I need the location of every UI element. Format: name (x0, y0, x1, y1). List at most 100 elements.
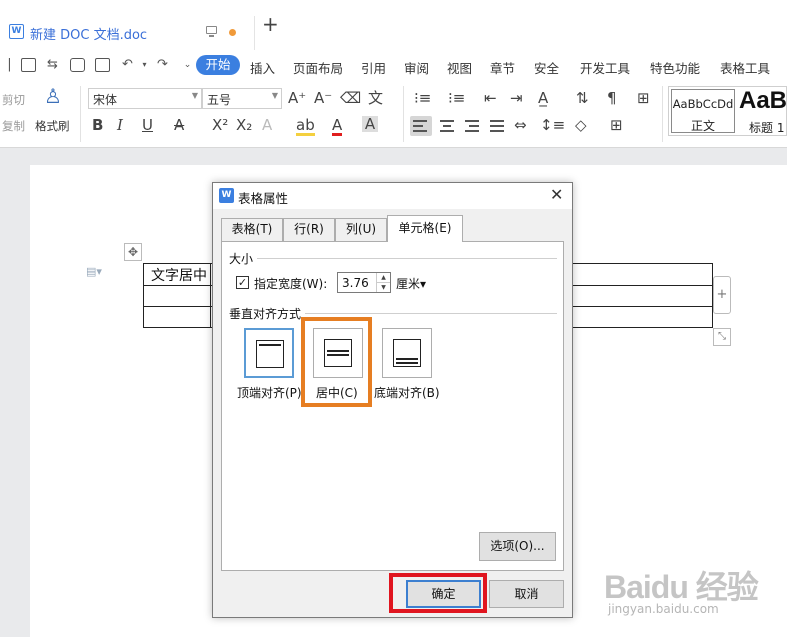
show-marks-icon[interactable]: ¶ (607, 90, 617, 106)
clear-format-icon[interactable]: ⌫ (340, 90, 361, 106)
borders-icon[interactable]: ⊞ (610, 117, 623, 133)
close-icon[interactable]: ✕ (550, 185, 563, 204)
table-cell-text[interactable]: 文字居中 (151, 265, 207, 285)
spin-down-icon[interactable]: ▼ (376, 282, 390, 292)
watermark-url: jingyan.baidu.com (608, 602, 719, 616)
justify-icon[interactable] (490, 118, 506, 132)
align-top-label[interactable]: 顶端对齐(P) (237, 384, 302, 401)
menu-chapter[interactable]: 章节 (490, 58, 515, 77)
align-bottom-button[interactable] (382, 328, 432, 378)
customize-toolbar-icon[interactable]: ⌄ (180, 58, 195, 72)
undo-icon[interactable]: ↶ (120, 58, 135, 72)
cancel-button[interactable]: 取消 (489, 580, 564, 608)
format-painter-label[interactable]: 格式刷 (35, 118, 70, 134)
width-unit-select[interactable]: 厘米▾ (396, 275, 426, 292)
ok-button-highlight (389, 573, 487, 613)
font-family-select[interactable]: 宋体 ▼ (88, 88, 202, 109)
bold-icon[interactable]: B (92, 117, 103, 133)
subscript-icon[interactable]: X₂ (236, 117, 252, 133)
hamburger-icon[interactable]: | (2, 58, 17, 72)
strikethrough-icon[interactable]: A (174, 117, 184, 133)
style-heading1-name[interactable]: 标题 1 (749, 119, 784, 135)
monitor-icon[interactable] (206, 26, 217, 37)
numbered-list-icon[interactable]: ⁝≡ (448, 90, 465, 106)
dialog-title: 表格属性 (238, 191, 289, 206)
table-move-icon[interactable]: ✥ (124, 243, 142, 261)
italic-icon[interactable]: I (117, 117, 123, 133)
chevron-down-icon: ▼ (191, 91, 198, 100)
increase-indent-icon[interactable]: ⇥ (510, 90, 523, 106)
specify-width-checkbox[interactable]: ✓ (236, 276, 249, 289)
align-top-button[interactable] (244, 328, 294, 378)
add-column-button[interactable]: + (713, 276, 731, 314)
tab-table[interactable]: 表格(T) (221, 218, 283, 241)
group-divider (305, 313, 557, 314)
options-button[interactable]: 选项(O)... (479, 532, 556, 561)
phonetic-guide-icon[interactable]: 文 (368, 90, 383, 106)
text-effect-icon[interactable]: A (262, 117, 272, 133)
line-spacing-icon[interactable]: ↕≡ (540, 117, 565, 133)
tab-cell[interactable]: 单元格(E) (387, 215, 463, 242)
print-icon[interactable] (70, 58, 85, 72)
redo-icon[interactable]: ↷ (155, 58, 170, 72)
menu-review[interactable]: 审阅 (404, 58, 429, 77)
char-shading-icon[interactable]: A (362, 116, 378, 132)
wps-writer-icon: W (9, 24, 24, 39)
table-resize-icon[interactable]: ⤡ (713, 328, 731, 346)
font-size-value: 五号 (207, 93, 232, 107)
copy-button[interactable]: 复制 (2, 118, 25, 134)
tab-row[interactable]: 行(R) (283, 218, 335, 241)
cut-button[interactable]: 剪切 (2, 92, 25, 108)
superscript-icon[interactable]: X² (212, 117, 228, 133)
highlight-icon[interactable]: ab (296, 117, 315, 136)
tab-column[interactable]: 列(U) (335, 218, 387, 241)
style-normal[interactable]: AaBbCcDd 正文 (671, 89, 735, 133)
menu-features[interactable]: 特色功能 (650, 58, 700, 77)
table-column-border (210, 264, 211, 327)
document-tab[interactable]: W 新建 DOC 文档.doc (0, 16, 255, 50)
font-size-select[interactable]: 五号 ▼ (202, 88, 282, 109)
decrease-indent-icon[interactable]: ⇤ (484, 90, 497, 106)
menu-developer[interactable]: 开发工具 (580, 58, 630, 77)
ribbon-separator (662, 86, 663, 142)
undo-dropdown-icon[interactable]: ▾ (137, 58, 152, 72)
sort-icon[interactable]: ⇅ (576, 90, 589, 106)
chinese-layout-icon[interactable]: A̲ (538, 90, 548, 106)
print-preview-icon[interactable] (95, 58, 110, 72)
dialog-title-bar[interactable]: W 表格属性 ✕ (213, 183, 572, 209)
width-input[interactable]: 3.76 ▲ ▼ (337, 272, 391, 293)
size-group-label: 大小 (229, 252, 254, 266)
align-top-icon (256, 340, 284, 368)
align-bottom-icon (393, 339, 421, 367)
shrink-font-icon[interactable]: A⁻ (314, 90, 332, 106)
menu-table-tools[interactable]: 表格工具 (720, 58, 770, 77)
format-painter-icon[interactable]: ♙ (44, 86, 62, 106)
align-bottom-label[interactable]: 底端对齐(B) (374, 384, 440, 401)
menu-insert[interactable]: 插入 (250, 58, 275, 77)
menu-page-layout[interactable]: 页面布局 (293, 58, 343, 77)
menu-references[interactable]: 引用 (361, 58, 386, 77)
underline-icon[interactable]: U (142, 117, 153, 133)
align-center-icon[interactable] (440, 118, 456, 132)
ribbon: 剪切 复制 ♙ 格式刷 宋体 ▼ 五号 ▼ A⁺ A⁻ ⌫ 文 B I U A … (0, 80, 787, 148)
style-heading1-sample[interactable]: AaBl (739, 87, 786, 115)
export-icon[interactable]: ⇆ (45, 58, 60, 72)
menu-security[interactable]: 安全 (534, 58, 559, 77)
paragraph-marker-icon[interactable]: ▤▾ (86, 265, 102, 278)
table-properties-dialog: W 表格属性 ✕ 表格(T) 行(R) 列(U) 单元格(E) 大小 ✓ 指定宽… (212, 182, 573, 618)
bullet-list-icon[interactable]: ⁝≡ (414, 90, 431, 106)
new-tab-button[interactable]: + (262, 14, 279, 34)
align-right-icon[interactable] (465, 118, 481, 132)
table-icon[interactable]: ⊞ (637, 90, 650, 106)
center-option-highlight (301, 317, 372, 407)
font-color-icon[interactable]: A (332, 117, 343, 136)
save-icon[interactable] (21, 58, 36, 72)
menu-start[interactable]: 开始 (196, 55, 240, 75)
specify-width-label[interactable]: 指定宽度(W): (254, 275, 327, 292)
grow-font-icon[interactable]: A⁺ (288, 90, 306, 106)
align-left-icon[interactable] (410, 116, 432, 136)
ribbon-separator (403, 86, 404, 142)
shading-icon[interactable]: ◇ (575, 117, 587, 133)
menu-view[interactable]: 视图 (447, 58, 472, 77)
distributed-icon[interactable]: ⇔ (514, 117, 527, 133)
